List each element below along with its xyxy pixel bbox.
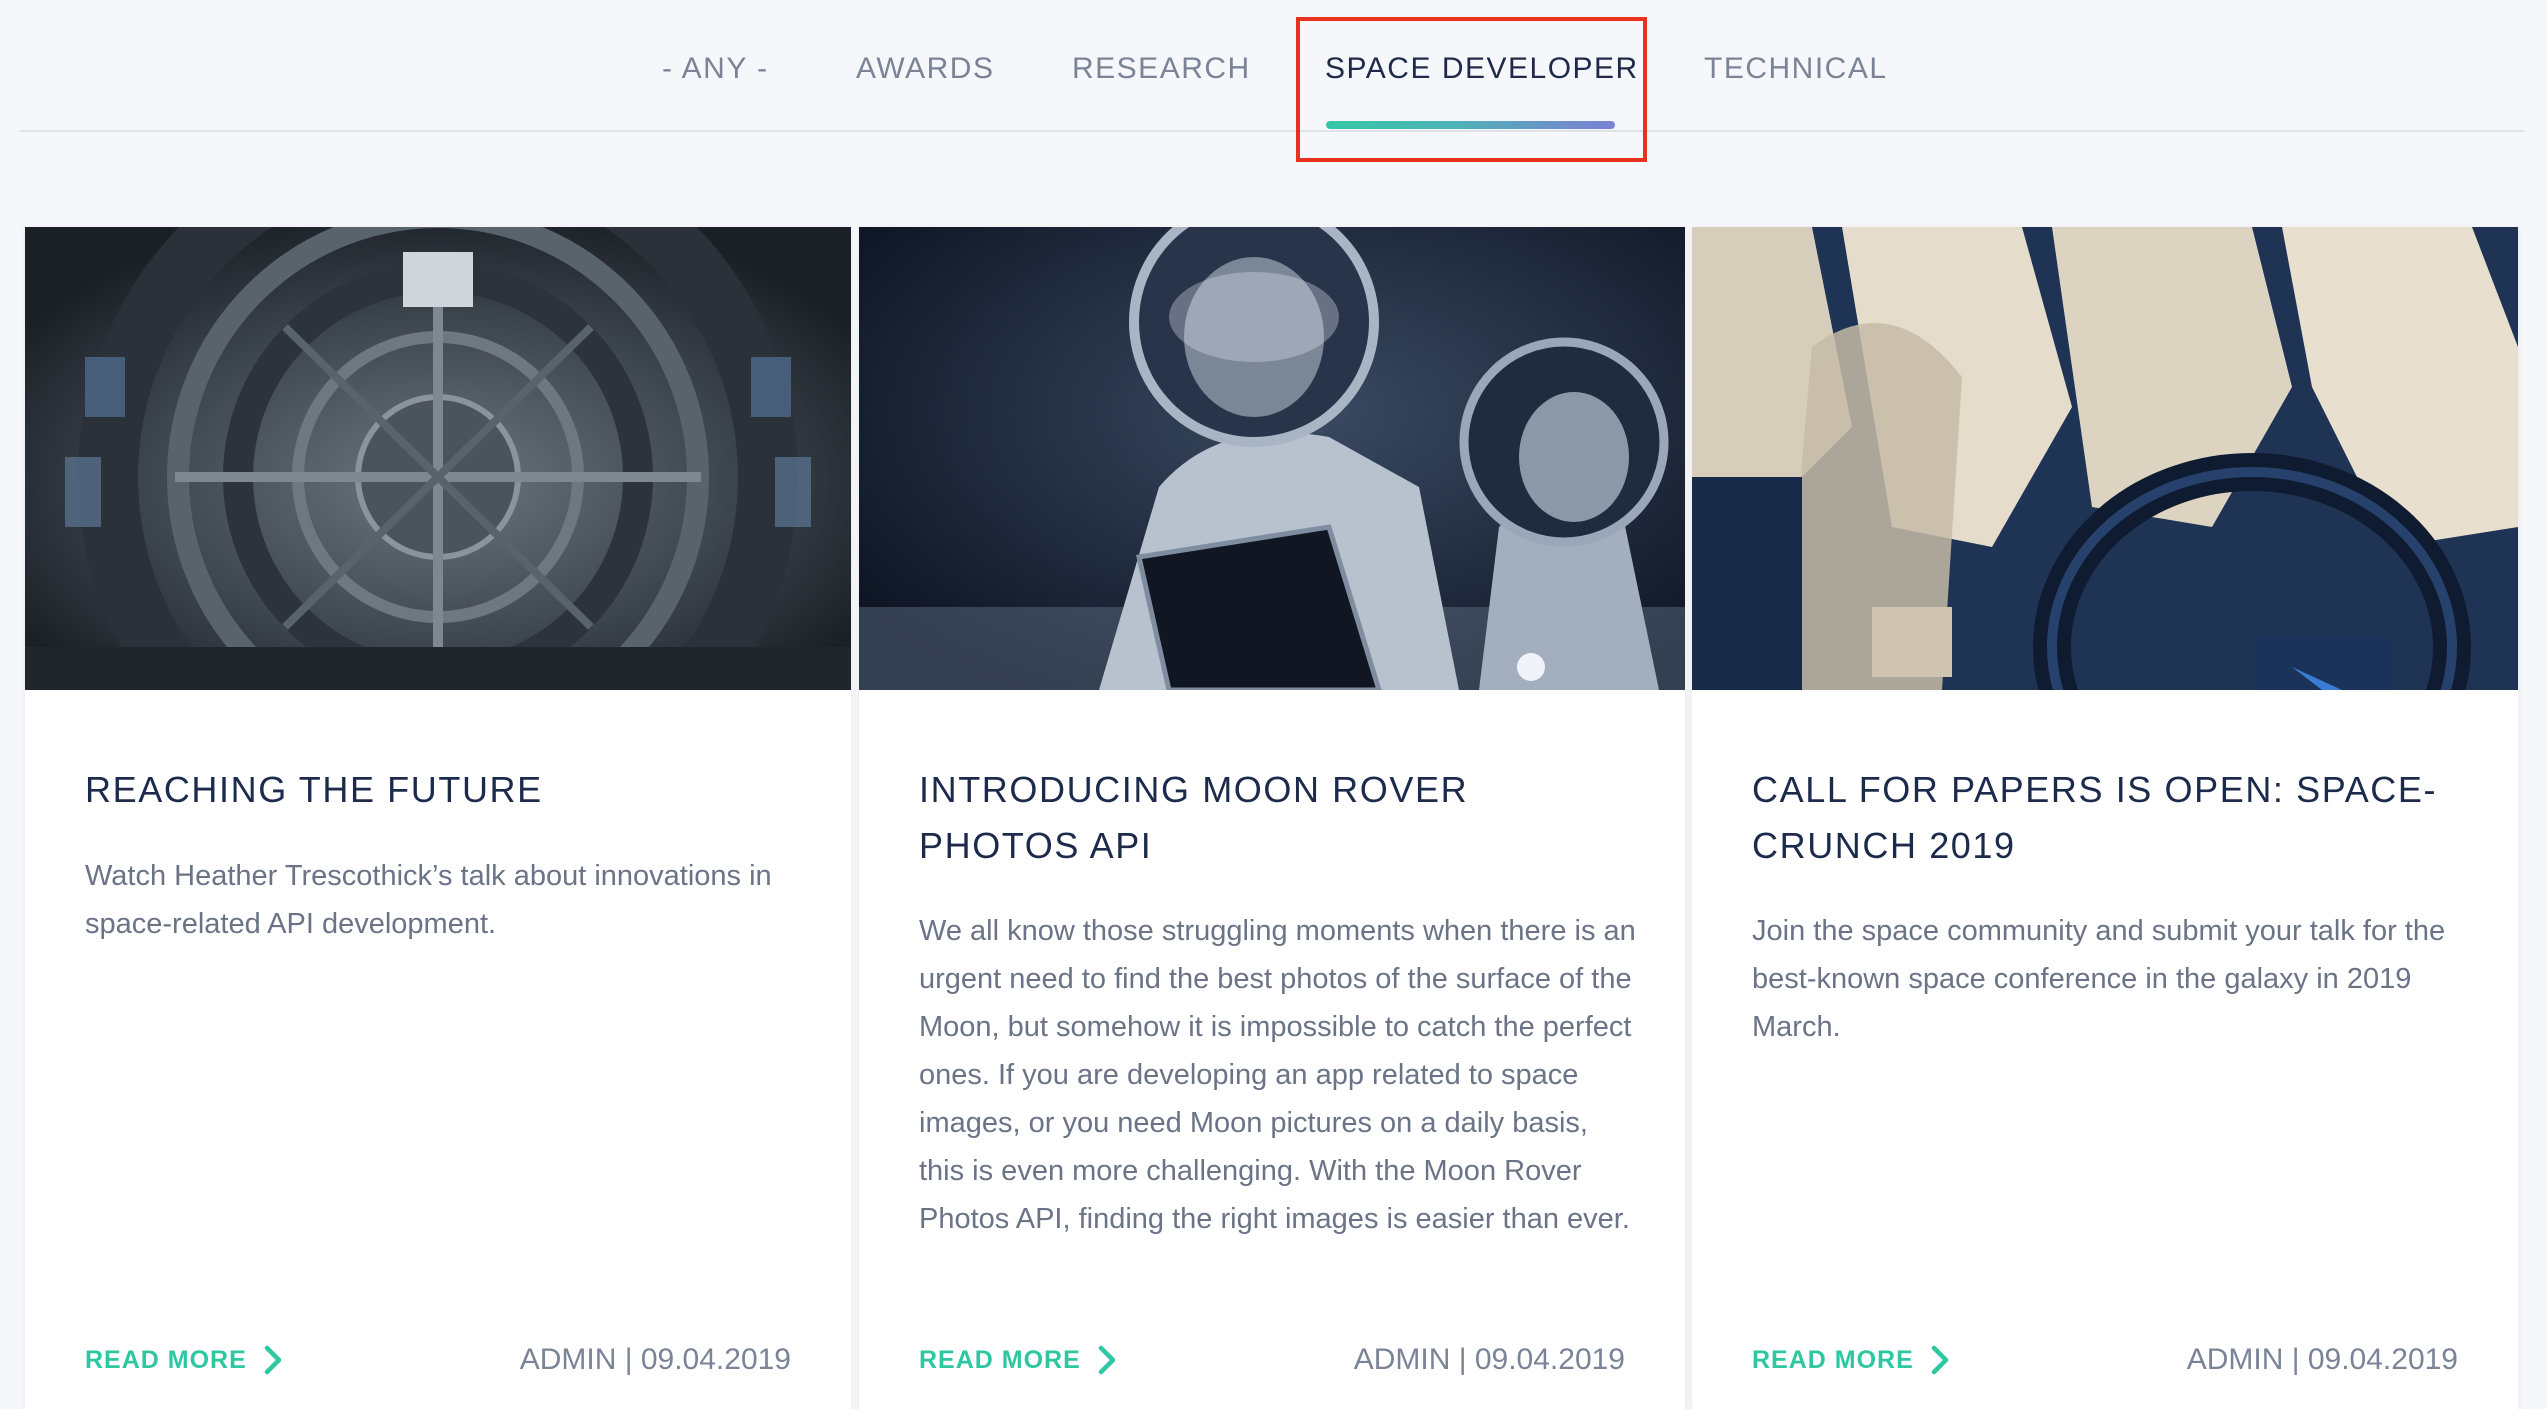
active-tab-indicator	[1326, 121, 1615, 129]
space-station-corridor-image[interactable]	[25, 227, 851, 690]
astronauts-tablet-image[interactable]	[859, 227, 1685, 690]
post-meta: ADMIN | 09.04.2019	[519, 1343, 791, 1376]
post-card: INTRODUCING MOON ROVER PHOTOS API We all…	[859, 227, 1685, 1409]
card-excerpt: We all know those struggling moments whe…	[919, 915, 1636, 1235]
card-excerpt: Join the space community and submit your…	[1752, 915, 2446, 1043]
cockpit-seats-image[interactable]	[1692, 227, 2518, 690]
read-more-link[interactable]: READ MORE	[1752, 1345, 1952, 1375]
tab-any[interactable]: - ANY -	[662, 52, 769, 86]
card-title[interactable]: CALL FOR PAPERS IS OPEN: SPACE-CRUNCH 20…	[1752, 762, 2472, 874]
tab-research[interactable]: RESEARCH	[1072, 52, 1251, 86]
card-excerpt: Watch Heather Trescothick’s talk about i…	[85, 860, 772, 940]
chevron-right-icon	[1098, 1345, 1116, 1375]
category-tabs: - ANY - AWARDS RESEARCH SPACE DEVELOPER …	[0, 0, 2547, 162]
chevron-right-icon	[264, 1345, 282, 1375]
tab-technical[interactable]: TECHNICAL	[1704, 52, 1888, 86]
tab-space-developer[interactable]: SPACE DEVELOPER	[1325, 52, 1639, 86]
post-meta: ADMIN | 09.04.2019	[2186, 1343, 2458, 1376]
chevron-right-icon	[1931, 1345, 1949, 1375]
read-more-link[interactable]: READ MORE	[85, 1345, 285, 1375]
tab-awards[interactable]: AWARDS	[856, 52, 994, 86]
read-more-label: READ MORE	[919, 1345, 1081, 1374]
post-card: CALL FOR PAPERS IS OPEN: SPACE-CRUNCH 20…	[1692, 227, 2518, 1409]
post-card: REACHING THE FUTURE Watch Heather Tresco…	[25, 227, 851, 1409]
tabs-divider	[20, 130, 2524, 132]
highlight-box	[1296, 17, 1647, 162]
page: - ANY - AWARDS RESEARCH SPACE DEVELOPER …	[0, 0, 2547, 1409]
card-title[interactable]: INTRODUCING MOON ROVER PHOTOS API	[919, 762, 1639, 874]
read-more-label: READ MORE	[85, 1345, 247, 1374]
post-meta: ADMIN | 09.04.2019	[1353, 1343, 1625, 1376]
read-more-label: READ MORE	[1752, 1345, 1914, 1374]
card-title[interactable]: REACHING THE FUTURE	[85, 762, 805, 818]
read-more-link[interactable]: READ MORE	[919, 1345, 1119, 1375]
